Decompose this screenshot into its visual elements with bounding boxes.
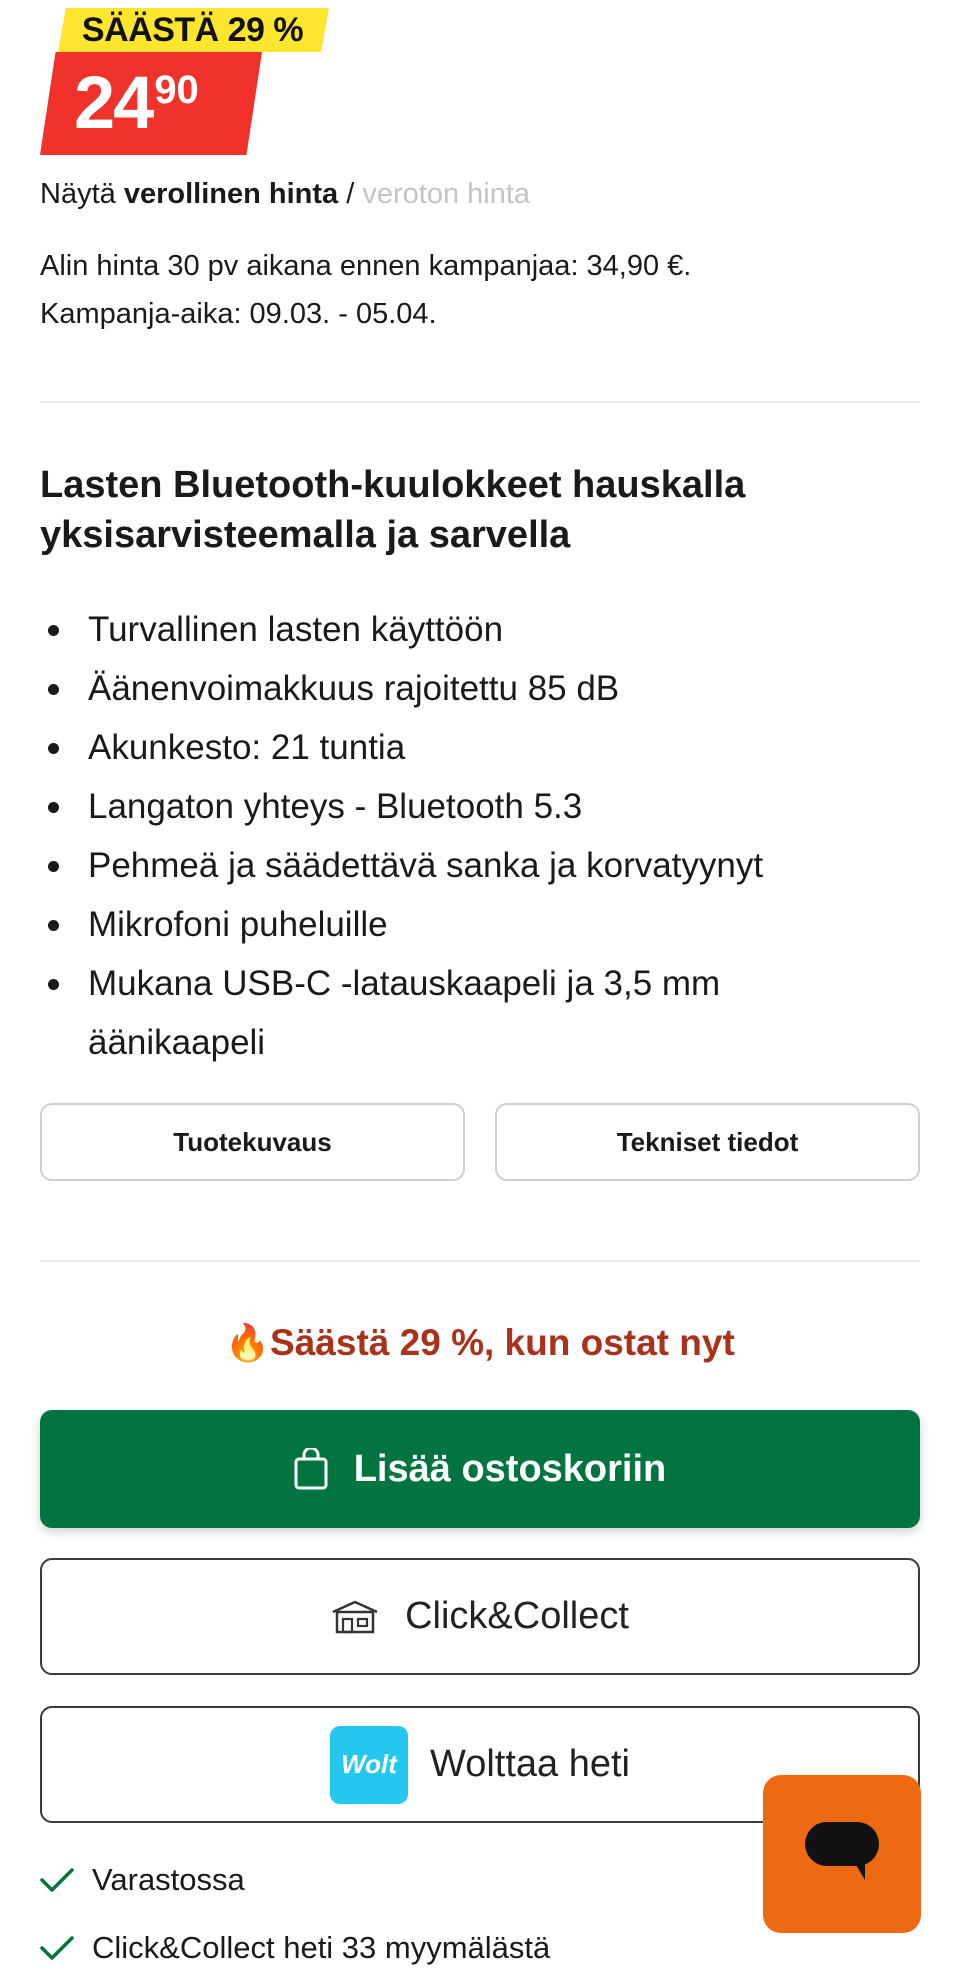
feature-item: Langaton yhteys - Bluetooth 5.3 bbox=[40, 777, 900, 836]
discount-badge-text: SÄÄSTÄ 29 % bbox=[82, 10, 304, 49]
stock-status-label: Varastossa bbox=[92, 1862, 245, 1897]
add-to-cart-button[interactable]: Lisää ostoskoriin bbox=[40, 1410, 920, 1528]
divider bbox=[40, 401, 920, 403]
campaign-period: Kampanja-aika: 09.03. - 05.04. bbox=[40, 298, 437, 330]
chat-button[interactable] bbox=[763, 1775, 921, 1933]
feature-item: Mikrofoni puheluille bbox=[40, 895, 900, 954]
tax-toggle-without-tax[interactable]: veroton hinta bbox=[362, 178, 530, 210]
wolt-label: Wolttaa heti bbox=[430, 1743, 630, 1785]
shopping-bag-icon bbox=[294, 1448, 328, 1490]
click-collect-availability: Click&Collect heti 33 myymälästä bbox=[40, 1930, 550, 1966]
promo-text: Säästä 29 %, kun ostat nyt bbox=[270, 1322, 735, 1363]
checkmark-icon bbox=[40, 1867, 74, 1893]
feature-item: Mukana USB-C -latauskaapeli ja 3,5 mm ää… bbox=[40, 954, 900, 1072]
tax-toggle-separator: / bbox=[346, 178, 355, 210]
tab-product-description[interactable]: Tuotekuvaus bbox=[40, 1103, 465, 1181]
chat-bubble-icon bbox=[803, 1820, 881, 1889]
feature-item: Akunkesto: 21 tuntia bbox=[40, 718, 900, 777]
divider bbox=[40, 1260, 920, 1262]
wolt-logo: Wolt bbox=[330, 1725, 409, 1804]
click-collect-availability-label: Click&Collect heti 33 myymälästä bbox=[92, 1930, 551, 1965]
price-integer: 24 bbox=[74, 61, 154, 144]
feature-list: Turvallinen lasten käyttöön Äänenvoimakk… bbox=[40, 600, 900, 1072]
tax-toggle-with-tax[interactable]: verollinen hinta bbox=[124, 178, 338, 210]
tab-technical-specs[interactable]: Tekniset tiedot bbox=[495, 1103, 920, 1181]
tax-toggle-prefix: Näytä bbox=[40, 178, 116, 210]
product-title: Lasten Bluetooth-kuulokkeet hauskalla yk… bbox=[40, 464, 746, 556]
click-collect-button[interactable]: Click&Collect bbox=[40, 1558, 920, 1675]
lowest-price-info: Alin hinta 30 pv aikana ennen kampanjaa:… bbox=[40, 250, 692, 282]
store-icon bbox=[331, 1600, 379, 1634]
stock-status: Varastossa bbox=[40, 1862, 245, 1898]
fire-icon: 🔥 bbox=[225, 1322, 271, 1363]
add-to-cart-label: Lisää ostoskoriin bbox=[353, 1447, 667, 1490]
price-tag: 24 90 bbox=[40, 52, 262, 155]
product-page: SÄÄSTÄ 29 % 24 90 Näytä verollinen hinta… bbox=[0, 0, 960, 1971]
feature-item: Äänenvoimakkuus rajoitettu 85 dB bbox=[40, 659, 900, 718]
discount-badge: SÄÄSTÄ 29 % bbox=[58, 8, 330, 52]
promo-message: 🔥Säästä 29 %, kun ostat nyt bbox=[0, 1322, 960, 1364]
feature-item: Turvallinen lasten käyttöön bbox=[40, 600, 900, 659]
click-collect-label: Click&Collect bbox=[405, 1595, 629, 1637]
checkmark-icon bbox=[40, 1935, 74, 1961]
tax-toggle: Näytä verollinen hinta / veroton hinta bbox=[40, 178, 530, 211]
price-decimals: 90 bbox=[154, 68, 199, 112]
feature-item: Pehmeä ja säädettävä sanka ja korvatyyny… bbox=[40, 836, 900, 895]
